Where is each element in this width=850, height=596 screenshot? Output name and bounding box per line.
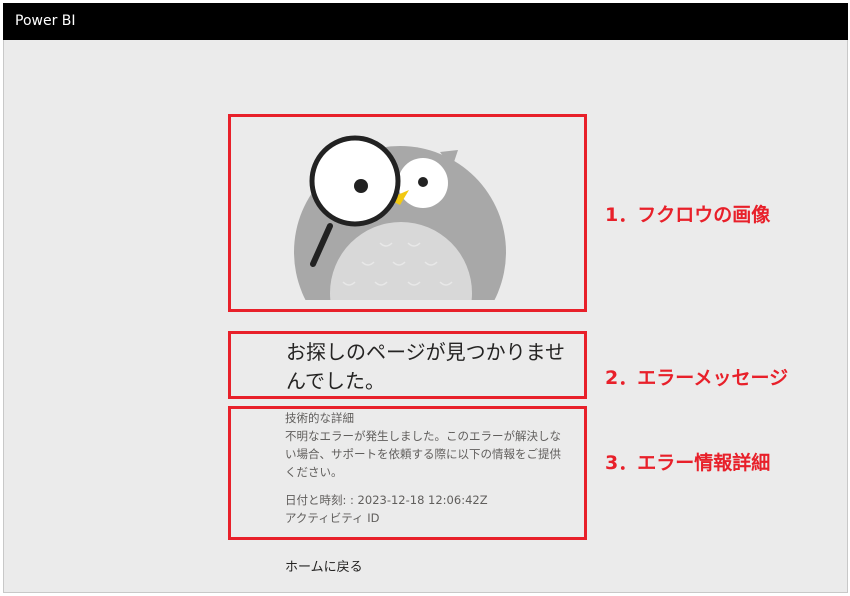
- error-message: お探しのページが見つかりませんでした。: [286, 340, 565, 393]
- activity-id: アクティビティ ID: [285, 511, 380, 525]
- annotation-box-owl: [228, 114, 587, 312]
- details-heading: 技術的な詳細: [285, 411, 354, 425]
- technical-details: 技術的な詳細 不明なエラーが発生しました。このエラーが解決しない場合、サポートを…: [285, 409, 570, 527]
- details-text: 不明なエラーが発生しました。このエラーが解決しない場合、サポートを依頼する際に以…: [285, 429, 561, 479]
- annotation-label-details: 3．エラー情報詳細: [605, 452, 771, 474]
- annotation-label-message: 2．エラーメッセージ: [605, 367, 789, 389]
- datetime: 日付と時刻: : 2023-12-18 12:06:42Z: [285, 493, 488, 507]
- annotation-label-owl: 1．フクロウの画像: [605, 204, 771, 226]
- home-link[interactable]: ホームに戻る: [285, 556, 363, 575]
